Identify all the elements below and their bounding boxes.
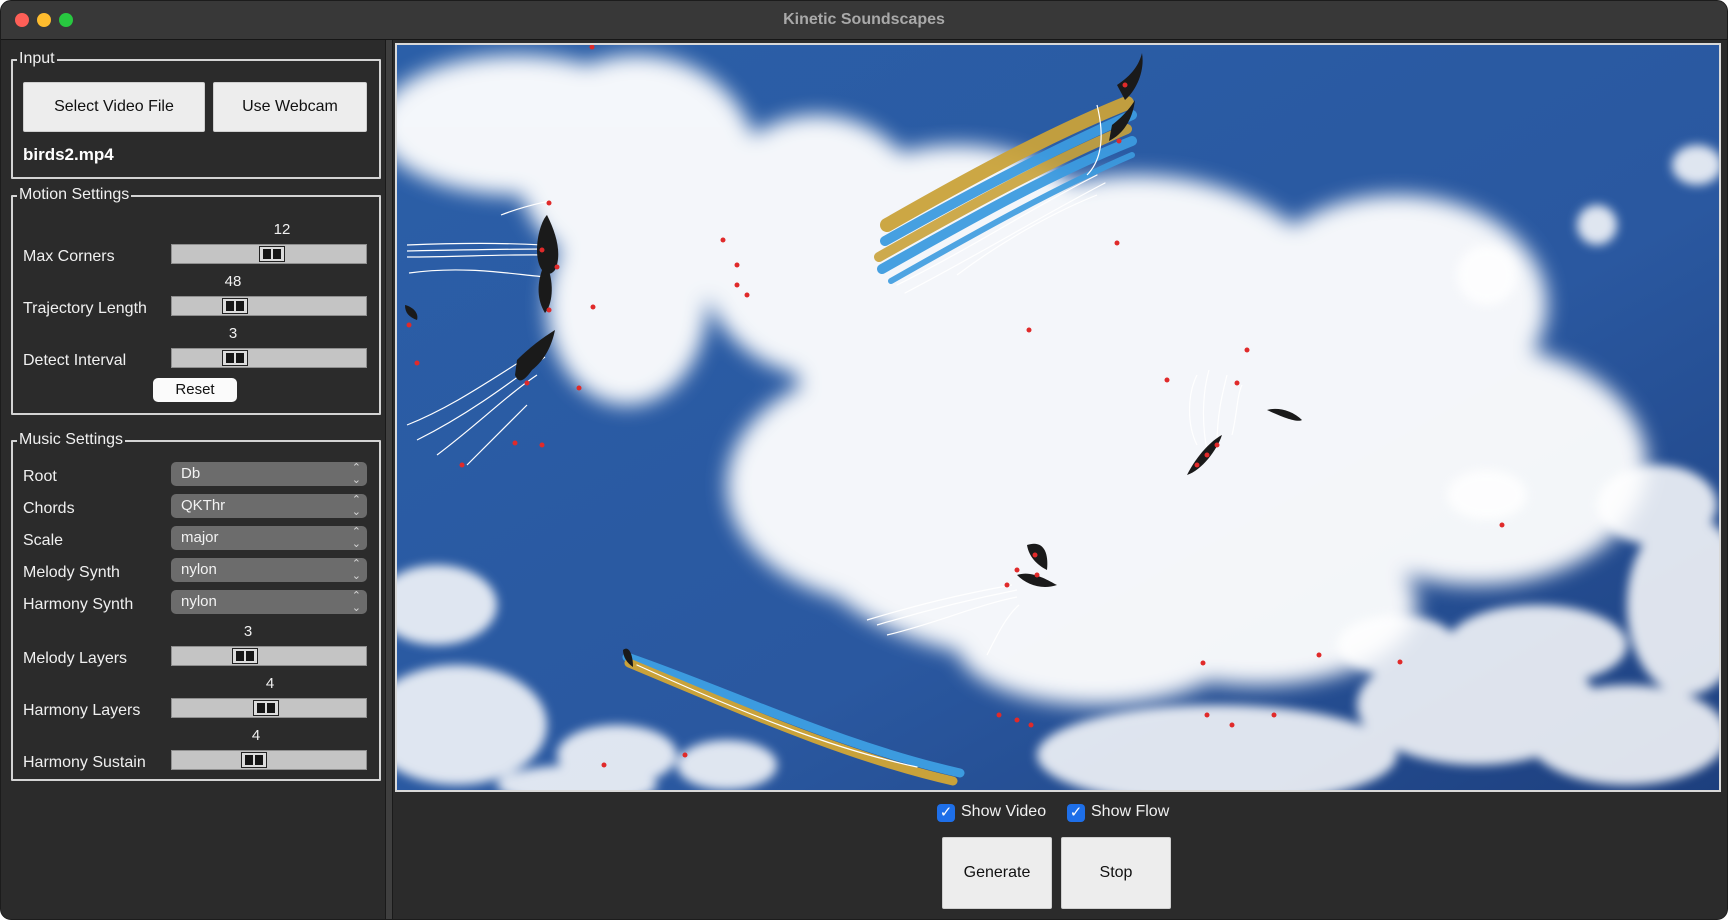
trajectory-length-label: Trajectory Length [23, 300, 147, 317]
show-video-checkbox[interactable]: ✓ Show Video [937, 803, 1057, 825]
selected-file-name: birds2.mp4 [23, 145, 114, 164]
melody-layers-value: 3 [243, 623, 253, 640]
detect-interval-slider[interactable] [171, 348, 367, 368]
select-video-file-button[interactable]: Select Video File [23, 82, 205, 132]
max-corners-label: Max Corners [23, 248, 115, 265]
chevron-updown-icon: ⌃ ⌄ [351, 558, 361, 582]
motion-settings-title: Motion Settings [17, 186, 132, 204]
show-flow-checkbox[interactable]: ✓ Show Flow [1067, 803, 1187, 825]
scale-select-value: major [181, 529, 219, 546]
melody-synth-select[interactable]: nylon ⌃ ⌄ [171, 558, 367, 582]
title-bar: Kinetic Soundscapes [1, 1, 1727, 40]
motion-settings-group: Motion Settings 12 Max Corners 48 Trajec… [11, 186, 381, 415]
harmony-sustain-value: 4 [251, 727, 261, 744]
max-corners-value: 12 [273, 221, 291, 238]
scale-label: Scale [23, 532, 64, 549]
harmony-sustain-slider[interactable] [171, 750, 367, 770]
root-label: Root [23, 468, 57, 485]
detect-interval-slider-thumb[interactable] [222, 350, 248, 366]
harmony-synth-label: Harmony Synth [23, 596, 134, 613]
scale-select[interactable]: major ⌃ ⌄ [171, 526, 367, 550]
harmony-sustain-slider-thumb[interactable] [241, 752, 267, 768]
harmony-layers-slider[interactable] [171, 698, 367, 718]
melody-layers-slider-thumb[interactable] [232, 648, 258, 664]
root-select[interactable]: Db ⌃ ⌄ [171, 462, 367, 486]
video-frame-with-flow-overlay [397, 45, 1719, 790]
video-display [395, 43, 1721, 792]
app-window: Kinetic Soundscapes Input Select Video F… [0, 0, 1728, 920]
chevron-updown-icon: ⌃ ⌄ [351, 526, 361, 550]
chords-label: Chords [23, 500, 75, 517]
chevron-updown-icon: ⌃ ⌄ [351, 590, 361, 614]
chevron-updown-icon: ⌃ ⌄ [351, 494, 361, 518]
chords-select[interactable]: QKThr ⌃ ⌄ [171, 494, 367, 518]
settings-panel: Input Select Video File Use Webcam birds… [1, 40, 385, 919]
detect-interval-value: 3 [228, 325, 238, 342]
window-title: Kinetic Soundscapes [783, 11, 945, 28]
harmony-sustain-label: Harmony Sustain [23, 754, 146, 771]
show-flow-label: Show Flow [1091, 803, 1170, 820]
use-webcam-button[interactable]: Use Webcam [213, 82, 367, 132]
trajectory-length-value: 48 [224, 273, 242, 290]
input-group: Input Select Video File Use Webcam birds… [11, 50, 381, 179]
input-group-title: Input [17, 50, 57, 68]
generate-button[interactable]: Generate [942, 837, 1052, 909]
chevron-updown-icon: ⌃ ⌄ [351, 462, 361, 486]
harmony-layers-label: Harmony Layers [23, 702, 141, 719]
music-settings-group: Music Settings Root Db ⌃ ⌄ Chords QKThr ⌃… [11, 431, 381, 781]
chords-select-value: QKThr [181, 497, 226, 514]
max-corners-slider-thumb[interactable] [259, 246, 285, 262]
detect-interval-label: Detect Interval [23, 352, 127, 369]
show-video-label: Show Video [961, 803, 1047, 820]
playback-controls: ✓ Show Video ✓ Show Flow Generate Stop [393, 795, 1726, 919]
melody-synth-label: Melody Synth [23, 564, 120, 581]
harmony-synth-select[interactable]: nylon ⌃ ⌄ [171, 590, 367, 614]
harmony-synth-select-value: nylon [181, 593, 217, 610]
music-settings-title: Music Settings [17, 431, 126, 449]
trajectory-length-slider-thumb[interactable] [222, 298, 248, 314]
max-corners-slider[interactable] [171, 244, 367, 264]
stop-button[interactable]: Stop [1061, 837, 1171, 909]
harmony-layers-value: 4 [265, 675, 275, 692]
melody-layers-label: Melody Layers [23, 650, 128, 667]
checkmark-icon[interactable]: ✓ [937, 804, 955, 822]
panel-splitter[interactable] [385, 40, 393, 919]
root-select-value: Db [181, 465, 201, 482]
melody-layers-slider[interactable] [171, 646, 367, 666]
reset-button[interactable]: Reset [153, 378, 237, 402]
checkmark-icon[interactable]: ✓ [1067, 804, 1085, 822]
harmony-layers-slider-thumb[interactable] [253, 700, 279, 716]
trajectory-length-slider[interactable] [171, 296, 367, 316]
melody-synth-select-value: nylon [181, 561, 217, 578]
